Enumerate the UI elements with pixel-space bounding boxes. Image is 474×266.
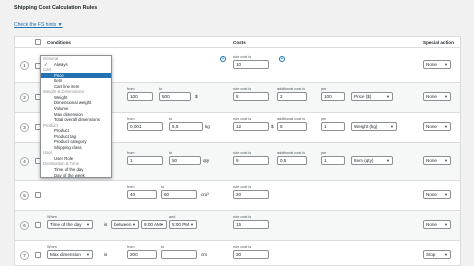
hints-link[interactable]: Check the FS hints ▼: [14, 22, 63, 28]
when-label: When: [47, 245, 57, 249]
to-input[interactable]: 5,5: [169, 122, 203, 131]
add-condition-icon[interactable]: +: [220, 56, 226, 62]
unit-label: $: [195, 94, 198, 99]
row-number: 4: [20, 157, 29, 166]
rule-row-5: 5 from 40 to 60 cm³ rule cost is 20 None…: [15, 181, 460, 211]
row-number: 6: [20, 221, 29, 230]
row-number: 1: [20, 61, 29, 70]
rule-row-6: 6 When Time of the day ▼ is between ▼ 9:00…: [15, 211, 460, 241]
additional-cost-input[interactable]: 0,5: [277, 156, 307, 165]
unit-label: cm: [201, 252, 208, 257]
condition-select[interactable]: Time of the day ▼: [47, 220, 93, 229]
rule-cost-input[interactable]: 8: [233, 92, 269, 101]
from-label: from: [127, 185, 135, 189]
to-input[interactable]: 500: [159, 92, 191, 101]
special-action-select[interactable]: None ▼: [423, 220, 451, 229]
special-action-select[interactable]: None ▼: [423, 92, 451, 101]
to-label: to: [169, 117, 173, 121]
rule-cost-input[interactable]: 15: [233, 220, 269, 229]
to-input[interactable]: 50: [169, 156, 201, 165]
cost-label: rule cost is: [233, 215, 252, 219]
select-all-checkbox[interactable]: [35, 39, 41, 45]
to-label: to: [161, 185, 165, 189]
cost-label: rule cost is: [233, 87, 252, 91]
row-checkbox[interactable]: [35, 252, 41, 258]
per-unit-select[interactable]: Weight (kg) ▼: [351, 122, 397, 131]
when-label: When: [47, 215, 57, 219]
from-label: from: [127, 151, 135, 155]
operator-select[interactable]: between ▼: [111, 220, 139, 229]
per-input[interactable]: 1: [321, 122, 345, 131]
row-checkbox[interactable]: [35, 222, 41, 228]
from-input[interactable]: 0,001: [127, 122, 163, 131]
cost-label: rule cost is: [233, 185, 252, 189]
rule-cost-input[interactable]: 12: [233, 122, 269, 131]
additional-cost-input[interactable]: 2: [277, 92, 307, 101]
additional-cost-input[interactable]: 5: [277, 122, 307, 131]
costs-header: Costs: [233, 40, 246, 45]
from-input[interactable]: 100: [127, 92, 153, 101]
special-action-select[interactable]: None ▼: [423, 156, 451, 165]
row-number: 3: [20, 123, 29, 132]
operator-label: is: [104, 252, 108, 257]
rule-cost-input[interactable]: 9: [233, 156, 269, 165]
rule-cost-input[interactable]: 20: [233, 190, 269, 199]
from-label: from: [127, 117, 135, 121]
per-unit-select[interactable]: Price ($) ▼: [351, 92, 393, 101]
per-input[interactable]: 100: [321, 92, 345, 101]
currency-label: $: [271, 124, 274, 129]
unit-label: qty: [203, 158, 210, 163]
cost-label: rule cost is: [233, 55, 252, 59]
special-action-header: Special action: [423, 40, 454, 45]
to-input[interactable]: 60: [161, 190, 197, 199]
special-action-select[interactable]: None ▼: [423, 122, 451, 131]
from-label: from: [127, 87, 135, 91]
rule-row-7: 7 When Max dimension ▼ is from 200 to cm …: [15, 241, 460, 265]
add-cost-icon[interactable]: +: [279, 56, 285, 62]
to-label: to: [159, 87, 163, 91]
time-to-select[interactable]: 5:00 PM ▼: [169, 220, 197, 229]
operator-label: is: [104, 222, 108, 227]
from-label: from: [127, 245, 135, 249]
row-number: 2: [20, 93, 29, 102]
unit-label: cm³: [201, 192, 209, 197]
row-checkbox[interactable]: [35, 192, 41, 198]
special-action-select[interactable]: None ▼: [423, 60, 451, 69]
cost-label: rule cost is: [233, 245, 252, 249]
to-label: to: [169, 151, 173, 155]
table-header: Conditions Costs Special action: [15, 37, 460, 48]
special-action-select[interactable]: Stop ▼: [423, 250, 451, 259]
to-input[interactable]: [161, 250, 197, 259]
per-label: per: [321, 151, 327, 155]
per-label: per: [321, 117, 327, 121]
per-unit-select[interactable]: Item (qty) ▼: [351, 156, 393, 165]
checkmark-icon: ✓: [44, 61, 48, 67]
page-title: Shipping Cost Calculation Rules: [14, 5, 98, 11]
unit-label: kg: [205, 124, 210, 129]
row-number: 5: [20, 191, 29, 200]
additional-cost-label: additional cost is: [277, 151, 306, 155]
conditions-header: Conditions: [47, 40, 71, 45]
special-action-select[interactable]: None ▼: [423, 190, 451, 199]
and-label: and: [169, 215, 176, 219]
to-label: to: [161, 245, 165, 249]
condition-select[interactable]: Max dimension ▼: [47, 250, 93, 259]
row-number: 7: [20, 251, 29, 260]
from-input[interactable]: 1: [127, 156, 163, 165]
additional-cost-label: additional cost is: [277, 87, 306, 91]
rule-cost-input[interactable]: 10: [233, 60, 269, 69]
from-input[interactable]: 200: [127, 250, 157, 259]
additional-cost-label: additional cost is: [277, 117, 306, 121]
per-input[interactable]: 1: [321, 156, 345, 165]
rule-cost-input[interactable]: 30: [233, 250, 269, 259]
dropdown-option[interactable]: Day of the week: [41, 173, 111, 177]
cost-label: rule cost is: [233, 151, 252, 155]
per-label: per: [321, 87, 327, 91]
condition-dropdown-menu[interactable]: General ✓ Always Cart Price Item Cart line ite…: [40, 55, 112, 178]
from-input[interactable]: 40: [127, 190, 157, 199]
time-from-select[interactable]: 9:00 AM ▼: [141, 220, 167, 229]
cost-label: rule cost is: [233, 117, 252, 121]
